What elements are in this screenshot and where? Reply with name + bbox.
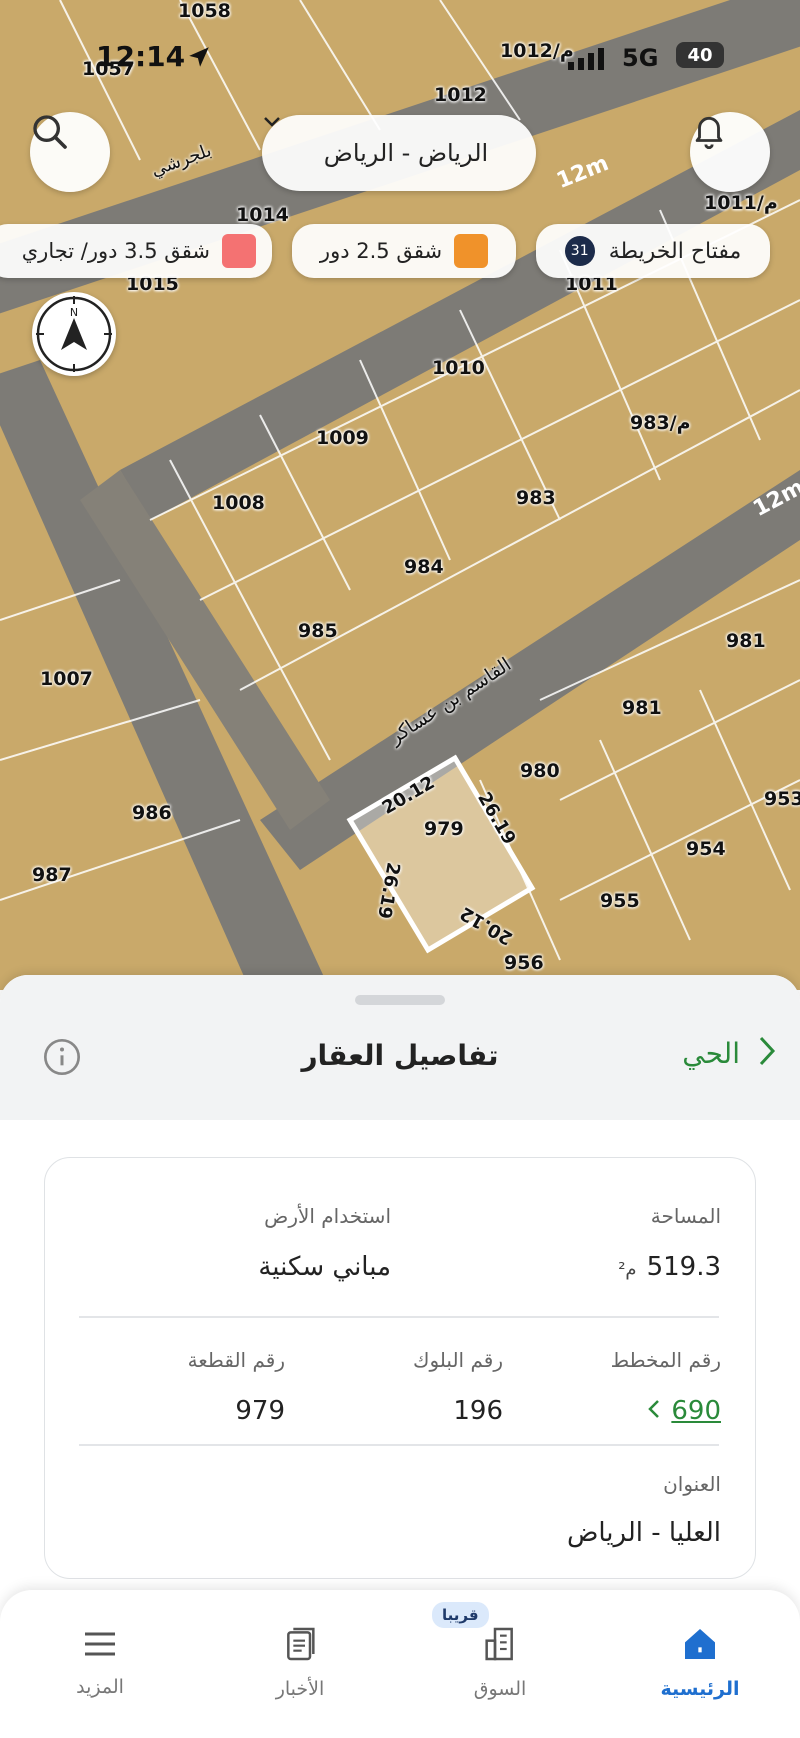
parcel-number: 983: [516, 487, 556, 509]
map-view[interactable]: 1058 1057 1012 1012/م 1014 1011/م 1015 1…: [0, 0, 800, 990]
chevron-right-icon: [758, 1035, 776, 1071]
dimension-label: 26.19: [373, 860, 404, 921]
parcel-number: 981: [726, 630, 766, 652]
map-key-label: مفتاح الخريطة: [608, 238, 742, 264]
map-key-count: 31: [564, 236, 595, 266]
status-time: 12:14: [96, 40, 186, 73]
parcel-number: 1008: [212, 492, 265, 514]
parcel-number: 1012: [434, 84, 487, 106]
parcel-number: 979: [424, 818, 464, 840]
tab-news[interactable]: الأخبار: [220, 1590, 380, 1738]
battery-icon: 40: [676, 42, 724, 68]
tab-more[interactable]: المزيد: [20, 1590, 180, 1738]
network-label: 5G: [622, 44, 659, 72]
property-details-card: المساحة م² 519.3 استخدام الأرض مباني سكن…: [44, 1157, 756, 1579]
parcel-number: 1011/م: [704, 192, 778, 214]
parcel-number: 955: [600, 890, 640, 912]
area-value: 519.3: [646, 1252, 721, 1282]
battery-level: 40: [687, 44, 713, 66]
menu-icon: [80, 1626, 120, 1666]
parcel-number: 1014: [236, 204, 289, 226]
svg-text:N: N: [70, 306, 78, 319]
legend-chip-apartments-2-5[interactable]: شقق 2.5 دور: [292, 224, 516, 278]
parcel-number: 986: [132, 802, 172, 824]
newspaper-icon: [280, 1624, 320, 1668]
tab-more-label: المزيد: [76, 1676, 124, 1698]
divider: [79, 1444, 719, 1446]
building-icon: [480, 1624, 520, 1668]
street-label: 12m: [749, 474, 800, 523]
land-use-value: مباني سكنية: [258, 1252, 391, 1282]
tab-news-label: الأخبار: [275, 1678, 325, 1700]
tab-market-label: السوق: [473, 1678, 527, 1700]
notifications-button[interactable]: [690, 112, 770, 192]
chevron-left-icon: [647, 1398, 661, 1424]
map-key-chip[interactable]: 31 مفتاح الخريطة: [536, 224, 770, 278]
search-button[interactable]: [30, 112, 110, 192]
sheet-header: تفاصيل العقار الحي: [0, 975, 800, 1120]
divider: [79, 1316, 719, 1318]
tab-home[interactable]: الرئيسية: [620, 1590, 780, 1738]
sheet-title: تفاصيل العقار: [301, 1039, 499, 1072]
street-label: بلجرشي: [148, 139, 215, 182]
legend-label: شقق 2.5 دور: [319, 239, 443, 263]
sheet-grab-handle[interactable]: [355, 995, 445, 1005]
parcel-number: 956: [504, 952, 544, 974]
coming-soon-badge: قريبا: [432, 1602, 489, 1628]
parcel-number: 983/م: [630, 412, 691, 434]
legend-chip-apartments-3-5[interactable]: شقق 3.5 دور/ تجاري: [0, 224, 272, 278]
tab-home-label: الرئيسية: [660, 1678, 740, 1700]
street-label: 12m: [553, 150, 613, 195]
parcel-number: 953: [764, 788, 800, 810]
tab-market[interactable]: قريبا السوق: [420, 1590, 580, 1738]
plan-number-value: 690: [671, 1396, 721, 1426]
parcel-number: 980: [520, 760, 560, 782]
legend-label: شقق 3.5 دور/ تجاري: [21, 239, 210, 263]
parcel-number: 981: [622, 697, 662, 719]
back-label: الحي: [682, 1036, 740, 1070]
land-use-label: استخدام الأرض: [264, 1204, 391, 1228]
neighborhood-back-button[interactable]: الحي: [682, 1035, 776, 1071]
city-selector[interactable]: الرياض - الرياض: [262, 115, 536, 191]
parcel-number: 1012/م: [500, 40, 574, 62]
legend-swatch: [454, 234, 489, 268]
parcel-number: 987: [32, 864, 72, 886]
street-label: القاسم بن عساكر: [385, 653, 516, 749]
plot-number-value: 979: [235, 1396, 285, 1426]
address-label: العنوان: [663, 1472, 721, 1496]
block-number-value: 196: [453, 1396, 503, 1426]
plan-number-link[interactable]: 690: [647, 1396, 721, 1426]
home-icon: [680, 1624, 720, 1668]
parcel-number: 1058: [178, 0, 231, 22]
parcel-number: 1007: [40, 668, 93, 690]
block-number-label: رقم البلوك: [412, 1348, 503, 1372]
area-unit: م²: [618, 1259, 637, 1280]
parcel-number: 1010: [432, 357, 485, 379]
plan-number-label: رقم المخطط: [610, 1348, 721, 1372]
parcel-number: 984: [404, 556, 444, 578]
address-value: العليا - الرياض: [566, 1518, 721, 1548]
compass-button[interactable]: N: [32, 292, 116, 376]
dimension-label: 20.12: [378, 772, 439, 819]
area-value-group: م² 519.3: [618, 1252, 721, 1282]
legend-swatch: [222, 234, 256, 268]
parcel-number: 985: [298, 620, 338, 642]
plot-number-label: رقم القطعة: [187, 1348, 285, 1372]
area-label: المساحة: [650, 1204, 721, 1228]
bottom-tab-bar: الرئيسية قريبا السوق الأخبار المزيد: [0, 1590, 800, 1738]
dimension-label: 26.19: [473, 788, 520, 849]
parcel-number: 1009: [316, 427, 369, 449]
city-selector-label: الرياض - الرياض: [323, 139, 489, 167]
parcel-number: 954: [686, 838, 726, 860]
dimension-label: 20.12: [456, 902, 517, 949]
